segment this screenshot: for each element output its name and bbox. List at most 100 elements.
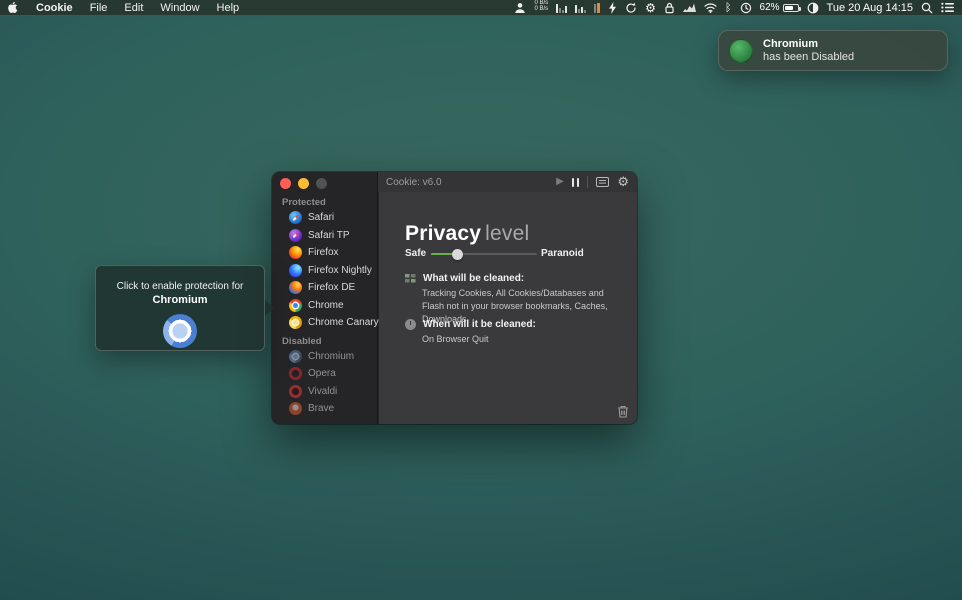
trash-icon[interactable] (617, 405, 629, 418)
main-pane: Privacy level Safe Paranoid What will be … (379, 192, 637, 424)
settings-gear-icon[interactable]: ⚙ (617, 176, 629, 189)
chromium-icon[interactable] (163, 314, 197, 348)
heading-bold: Privacy (405, 222, 482, 245)
minimize-button[interactable] (298, 178, 309, 189)
control-center-icon[interactable] (941, 0, 954, 16)
sidebar-item-firefox-de[interactable]: Firefox DE (272, 279, 377, 297)
dark-mode-icon[interactable] (807, 0, 819, 16)
notification-texts: Chromium has been Disabled (763, 38, 854, 63)
sidebar-item-chromium[interactable]: Chromium (272, 348, 377, 366)
net-down: 0 B/s (534, 6, 549, 12)
privacy-slider-row: Safe Paranoid (379, 247, 637, 261)
firefox-icon (289, 246, 302, 260)
popover-text: Click to enable protection for (116, 281, 244, 292)
browser-name: Firefox (308, 247, 339, 259)
cpu-bars[interactable] (556, 3, 568, 13)
user-icon[interactable] (514, 0, 526, 16)
when-cleaned-body: On Browser Quit (422, 334, 489, 344)
chrome-canary-icon (289, 316, 302, 330)
battery-indicator[interactable]: 62% (760, 0, 801, 16)
play-icon[interactable]: ▶ (556, 177, 564, 187)
spotlight-icon[interactable] (921, 0, 933, 16)
sidebar-item-brave[interactable]: Brave (272, 400, 377, 418)
sidebar-item-vivaldi[interactable]: Vivaldi (272, 383, 377, 401)
when-cleaned-header: When will it be cleaned: (423, 319, 536, 330)
browser-name: Vivaldi (308, 385, 338, 397)
toolbar-separator (587, 176, 589, 188)
bluetooth-icon[interactable]: ᛒ (725, 0, 732, 16)
browser-name: Brave (308, 403, 335, 415)
sidebar-item-chrome[interactable]: Chrome (272, 297, 377, 315)
time-machine-icon[interactable] (740, 0, 752, 16)
slider-safe-label: Safe (405, 248, 427, 259)
browser-name: Firefox Nightly (308, 264, 372, 276)
app-menu[interactable]: Cookie (36, 2, 73, 14)
slider-thumb[interactable] (452, 248, 463, 260)
menu-bar-left: Cookie File Edit Window Help (8, 1, 240, 14)
chrome-icon (289, 298, 302, 312)
menu-window[interactable]: Window (160, 2, 199, 14)
popover-browser-name: Chromium (152, 294, 208, 306)
firefox-nightly-icon (289, 263, 302, 277)
disk-bar[interactable] (594, 2, 601, 13)
notification-message: has been Disabled (763, 51, 855, 63)
zoom-button[interactable] (316, 178, 327, 189)
heading-light: level (485, 222, 530, 245)
sidebar-sections: Protected Safari Safari TP Firefox Firefox N… (272, 193, 379, 418)
enable-protection-popover[interactable]: Click to enable protection for Chromium (95, 265, 274, 351)
power-bolt-icon[interactable] (608, 0, 617, 16)
safari-icon (289, 211, 302, 225)
slider-paranoid-label: Paranoid (541, 248, 584, 259)
menu-bar-clock[interactable]: Tue 20 Aug 14:15 (827, 0, 913, 16)
sidebar-item-safari-tp[interactable]: Safari TP (272, 227, 377, 245)
lock-icon[interactable] (664, 0, 675, 16)
sidebar-item-safari[interactable]: Safari (272, 209, 377, 227)
browser-name: Chrome Canary (308, 317, 379, 329)
window-titlebar: Cookie: v6.0 ▶ ⚙ (378, 172, 637, 192)
wifi-icon[interactable] (704, 0, 717, 16)
pause-icon[interactable] (571, 177, 580, 187)
cleaned-items-icon (405, 274, 416, 283)
sidebar-item-opera[interactable]: Opera (272, 365, 377, 383)
apple-icon (8, 1, 18, 13)
gear-icon[interactable]: ⚙ (645, 0, 656, 16)
network-graph-icon[interactable] (682, 0, 696, 16)
sidebar-section-disabled: Disabled Chromium Opera Vivaldi Brave (272, 332, 377, 418)
close-button[interactable] (280, 178, 291, 189)
battery-icon (782, 3, 801, 12)
cookie-app-icon (729, 38, 753, 63)
browser-name: Opera (308, 368, 336, 380)
menu-file[interactable]: File (90, 2, 108, 14)
menu-edit[interactable]: Edit (124, 2, 143, 14)
cookie-window: Protected Safari Safari TP Firefox Firefox N… (272, 172, 637, 424)
traffic-lights (280, 178, 327, 189)
apple-menu[interactable] (8, 1, 19, 14)
menu-bar-status: 0 B/s 0 B/s ⚙ ᛒ 62% Tue 20 Aug 14:15 (514, 0, 954, 16)
privacy-slider[interactable] (431, 248, 537, 260)
window-title: Cookie: v6.0 (386, 176, 442, 188)
log-icon[interactable] (596, 177, 610, 187)
firefox-de-icon (289, 281, 302, 295)
menu-bar: Cookie File Edit Window Help 0 B/s 0 B/s… (0, 0, 962, 16)
browser-name: Chrome (308, 299, 344, 311)
popover-arrow (265, 300, 274, 316)
net-speed[interactable]: 0 B/s 0 B/s (534, 0, 548, 16)
section-label: Protected (282, 197, 326, 208)
menu-help[interactable]: Help (217, 2, 240, 14)
browser-sidebar: Protected Safari Safari TP Firefox Firefox N… (272, 172, 379, 424)
privacy-level-heading: Privacy level (405, 222, 529, 246)
notification[interactable]: Chromium has been Disabled (718, 30, 948, 71)
browser-name: Safari (308, 212, 335, 224)
browser-name: Safari TP (308, 229, 350, 241)
notification-title: Chromium (763, 38, 818, 50)
sidebar-item-firefox-nightly[interactable]: Firefox Nightly (272, 262, 377, 280)
sidebar-item-chrome-canary[interactable]: Chrome Canary (272, 314, 379, 332)
toolbar-actions: ▶ ⚙ (556, 176, 629, 189)
section-label: Disabled (282, 335, 322, 347)
chromium-icon (289, 349, 302, 363)
memory-bars[interactable] (575, 3, 587, 13)
vivaldi-icon (289, 384, 302, 398)
browser-name: Chromium (308, 350, 355, 362)
sync-icon[interactable] (625, 0, 637, 16)
sidebar-item-firefox[interactable]: Firefox (272, 244, 377, 262)
